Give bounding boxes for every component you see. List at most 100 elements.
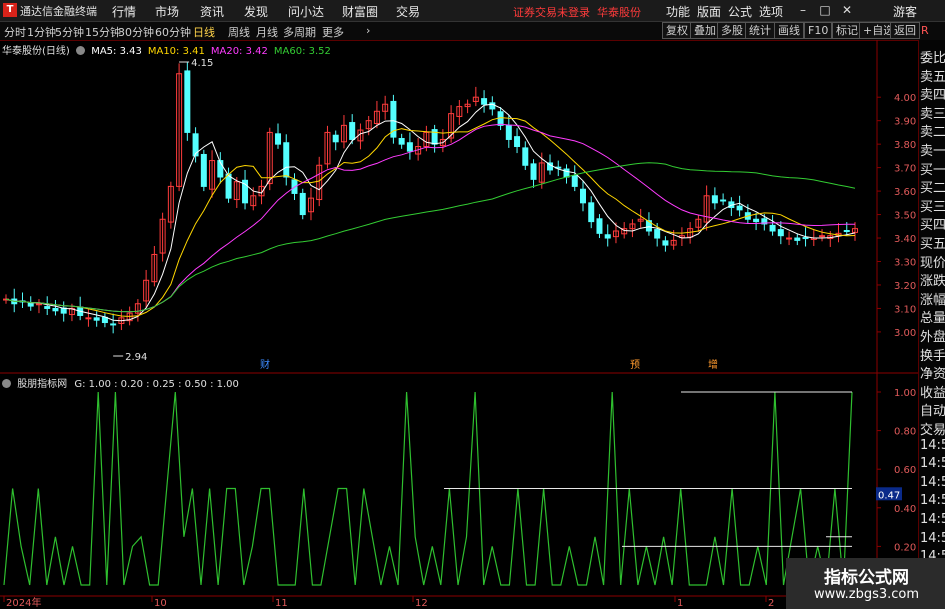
side-panel-item-20: 交易 <box>920 423 945 438</box>
menu-trade[interactable]: 交易 <box>396 3 420 20</box>
ma-line-MA5 <box>5 103 856 322</box>
candle <box>654 229 661 239</box>
toolbar-button-2[interactable]: 多股 <box>717 22 747 39</box>
x-tick-label: 2 <box>768 598 774 609</box>
menu-news[interactable]: 资讯 <box>200 3 224 20</box>
candle <box>802 237 809 240</box>
candle <box>662 240 669 246</box>
menu-wealth-circle[interactable]: 财富圈 <box>342 3 378 20</box>
price-tick-label: 3.10 <box>894 304 916 315</box>
side-panel-item-26: 14:56 <box>920 530 945 546</box>
period-tab-3[interactable]: 15分钟 <box>85 24 121 40</box>
period-tab-1[interactable]: 1分钟 <box>27 24 56 40</box>
candle <box>200 153 207 187</box>
price-tick-label: 3.70 <box>894 164 916 175</box>
candle <box>522 147 529 166</box>
candle <box>711 195 718 204</box>
indicator-legend: 股朋指标网 G: 1.00 : 0.20 : 0.25 : 0.50 : 1.0… <box>2 375 239 390</box>
x-tick-label: 10 <box>154 598 167 609</box>
candle <box>819 235 826 238</box>
toolbar-button-8[interactable]: 返回 <box>890 22 920 39</box>
price-tick-label: 3.90 <box>894 117 916 128</box>
side-panel-item-0: 委比 <box>920 51 945 66</box>
candle <box>753 218 760 223</box>
toolbar-button-6[interactable]: 标记 <box>832 22 862 39</box>
side-panel-item-25: 14:56 <box>920 512 945 527</box>
side-panel-item-4: 卖二 <box>920 125 945 141</box>
candle <box>110 323 117 326</box>
side-panel-item-8: 买三 <box>920 199 945 215</box>
candle <box>52 307 59 312</box>
menu-discover[interactable]: 发现 <box>244 3 268 20</box>
candle <box>93 317 100 321</box>
maximize-icon[interactable]: □ <box>816 2 834 18</box>
candle <box>596 218 603 234</box>
price-tick-label: 3.60 <box>894 187 916 198</box>
candle <box>101 316 108 324</box>
side-panel-item-23: 14:56 <box>920 474 945 490</box>
side-panel-item-18: 收益 <box>920 385 945 401</box>
candle <box>720 199 727 202</box>
candle <box>225 173 232 199</box>
side-panel-item-14: 总量 <box>920 311 945 327</box>
ma-line-MA20 <box>5 123 855 313</box>
period-tab-2[interactable]: 5分钟 <box>55 24 84 40</box>
period-tab-10[interactable]: 更多 <box>322 24 344 40</box>
candle <box>332 134 339 143</box>
period-tab-4[interactable]: 30分钟 <box>118 24 154 40</box>
ma-line-MA60 <box>5 162 856 313</box>
candle <box>588 202 595 223</box>
menu-ask-xiaoda[interactable]: 问小达 <box>288 3 324 20</box>
menu-options[interactable]: 选项 <box>759 3 783 20</box>
indicator-name: 股朋指标网 <box>17 379 68 390</box>
side-panel-item-6: 买一 <box>920 162 945 178</box>
guest-label[interactable]: 游客 <box>893 3 917 20</box>
menu-market-quotes[interactable]: 行情 <box>112 3 136 20</box>
legend-toggle-icon[interactable] <box>2 379 11 388</box>
candle <box>184 70 191 133</box>
price-tick-label: 3.00 <box>894 328 916 339</box>
indicator-tick-label: 0.80 <box>894 427 916 438</box>
menu-market[interactable]: 市场 <box>155 3 179 20</box>
watermark-title: 指标公式网 <box>824 568 909 588</box>
more-chevron-icon[interactable]: › <box>366 24 370 37</box>
toolbar-button-4[interactable]: 画线 <box>774 22 804 39</box>
candle <box>843 230 850 233</box>
candle <box>563 168 570 178</box>
close-icon[interactable]: ✕ <box>838 2 856 18</box>
candle <box>349 122 356 140</box>
candle <box>786 237 793 240</box>
toolbar-button-0[interactable]: 复权 <box>662 22 692 39</box>
app-title: 通达信金融终端 <box>20 5 97 18</box>
period-tab-7[interactable]: 周线 <box>228 24 250 40</box>
chart-area[interactable]: 4.15 2.94 财 预 增 4.00 3.90 3.80 3.70 3.60 3.50 3.40 3… <box>0 40 918 609</box>
period-tab-5[interactable]: 60分钟 <box>155 24 191 40</box>
candle <box>579 188 586 204</box>
period-tab-8[interactable]: 月线 <box>256 24 278 40</box>
indicator-values: G: 1.00 : 0.20 : 0.25 : 0.50 : 1.00 <box>74 379 239 390</box>
side-panel-item-5: 卖一 <box>920 144 945 159</box>
side-panel-item-12: 涨跌 <box>920 274 945 290</box>
side-panel-item-7: 买二 <box>920 181 945 197</box>
minimize-icon[interactable]: – <box>794 2 812 18</box>
candles <box>3 62 858 334</box>
indicator-tick-label: 0.60 <box>894 465 916 476</box>
login-status[interactable]: 证券交易未登录 华泰股份 <box>513 4 641 20</box>
period-tab-9[interactable]: 多周期 <box>283 24 316 40</box>
toolbar-button-5[interactable]: F10 <box>804 22 833 39</box>
high-label: 4.15 <box>191 58 213 69</box>
menu-layout[interactable]: 版面 <box>697 3 721 20</box>
toolbar-button-3[interactable]: 统计 <box>745 22 775 39</box>
side-panel-item-22: 14:56 <box>920 456 945 472</box>
menu-function[interactable]: 功能 <box>666 3 690 20</box>
menu-formula[interactable]: 公式 <box>728 3 752 20</box>
candle <box>275 133 282 145</box>
toolbar-button-1[interactable]: 叠加 <box>690 22 720 39</box>
event-marker-1: 预 <box>630 359 640 371</box>
period-tab-6[interactable]: 日线 <box>193 24 215 40</box>
candle <box>769 224 776 232</box>
price-tick-label: 3.40 <box>894 234 916 245</box>
side-panel-item-10: 买五 <box>920 237 945 252</box>
period-tab-0[interactable]: 分时 <box>4 24 26 40</box>
side-panel-item-15: 外盘 <box>920 330 945 345</box>
